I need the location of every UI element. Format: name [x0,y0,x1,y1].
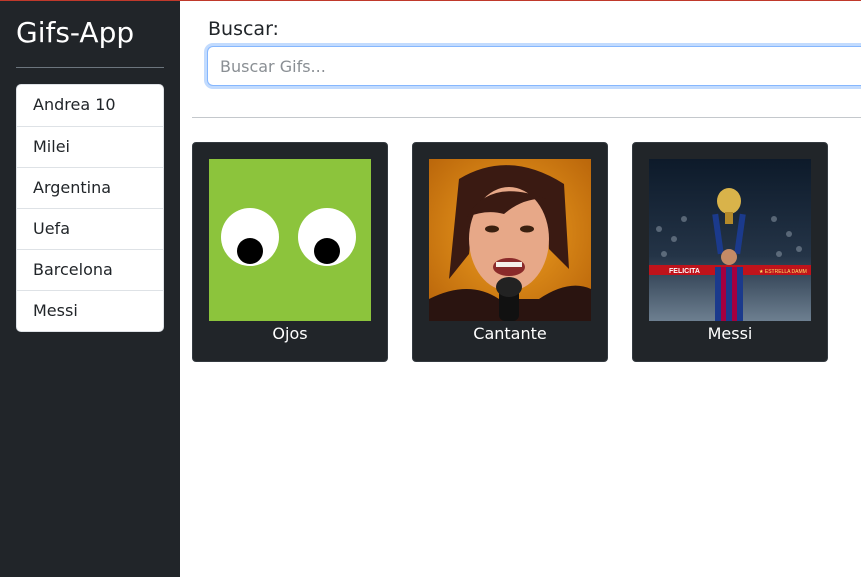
gif-title: Cantante [473,324,547,343]
history-item[interactable]: Uefa [17,208,163,249]
eyes-image [209,159,371,321]
gif-card[interactable]: FELICITA ★ ESTRELLA DAMM Messi [632,142,828,362]
svg-text:★ ESTRELLA DAMM: ★ ESTRELLA DAMM [759,269,807,275]
app-layout: Gifs-App Andrea 10 Milei Argentina Uefa … [0,1,861,577]
history-item[interactable]: Messi [17,290,163,331]
singer-image [429,159,591,321]
gif-card[interactable]: Ojos [192,142,388,362]
messi-image: FELICITA ★ ESTRELLA DAMM [649,159,811,321]
sidebar: Gifs-App Andrea 10 Milei Argentina Uefa … [0,1,180,577]
history-item[interactable]: Milei [17,126,163,167]
gif-title: Ojos [272,324,308,343]
gif-gallery: Ojos Cantante FELICITA ★ ESTRELLA DAMM M… [192,142,861,362]
history-item[interactable]: Argentina [17,167,163,208]
app-title: Gifs-App [16,16,135,49]
svg-text:FELICITA: FELICITA [669,268,700,275]
main-content: Buscar: Ojos [180,1,861,577]
search-label: Buscar: [208,18,279,40]
search-history-list: Andrea 10 Milei Argentina Uefa Barcelona… [16,84,164,332]
main-divider [192,117,861,118]
history-item[interactable]: Andrea 10 [17,85,163,126]
sidebar-divider [16,67,164,68]
history-item[interactable]: Barcelona [17,249,163,290]
gif-title: Messi [707,324,753,343]
gif-card[interactable]: Cantante [412,142,608,362]
search-input[interactable] [207,46,861,86]
